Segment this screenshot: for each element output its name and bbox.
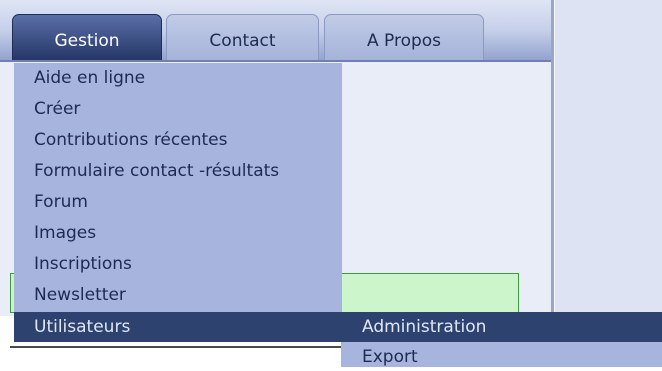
menu-item-images[interactable]: Images bbox=[34, 218, 96, 248]
menu-item-newsletter[interactable]: Newsletter bbox=[34, 280, 126, 310]
menu-item-creer[interactable]: Créer bbox=[34, 94, 80, 124]
tab-gestion[interactable]: Gestion bbox=[12, 14, 162, 60]
menu-item-formulaire-contact[interactable]: Formulaire contact -résultats bbox=[34, 156, 279, 186]
submenu-item-administration[interactable]: Administration bbox=[362, 312, 486, 342]
menu-item-inscriptions[interactable]: Inscriptions bbox=[34, 249, 132, 279]
right-column-panel bbox=[553, 0, 662, 316]
column-border-highlight bbox=[554, 0, 555, 316]
tab-contact-label: Contact bbox=[209, 30, 276, 51]
gestion-dropdown-menu: Aide en ligne Créer Contributions récent… bbox=[14, 63, 342, 316]
menu-item-aide-en-ligne[interactable]: Aide en ligne bbox=[34, 63, 145, 93]
menu-item-forum[interactable]: Forum bbox=[34, 187, 88, 217]
tab-contact[interactable]: Contact bbox=[166, 14, 319, 60]
tab-a-propos-label: A Propos bbox=[366, 30, 442, 51]
tab-a-propos[interactable]: A Propos bbox=[324, 14, 484, 60]
tab-bar-divider bbox=[0, 60, 551, 62]
menu-item-utilisateurs[interactable]: Utilisateurs bbox=[34, 312, 130, 342]
tab-gestion-label: Gestion bbox=[54, 30, 120, 51]
green-box-right bbox=[341, 273, 519, 313]
bottom-divider-line bbox=[10, 346, 342, 348]
menu-item-contributions-recentes[interactable]: Contributions récentes bbox=[34, 125, 227, 155]
